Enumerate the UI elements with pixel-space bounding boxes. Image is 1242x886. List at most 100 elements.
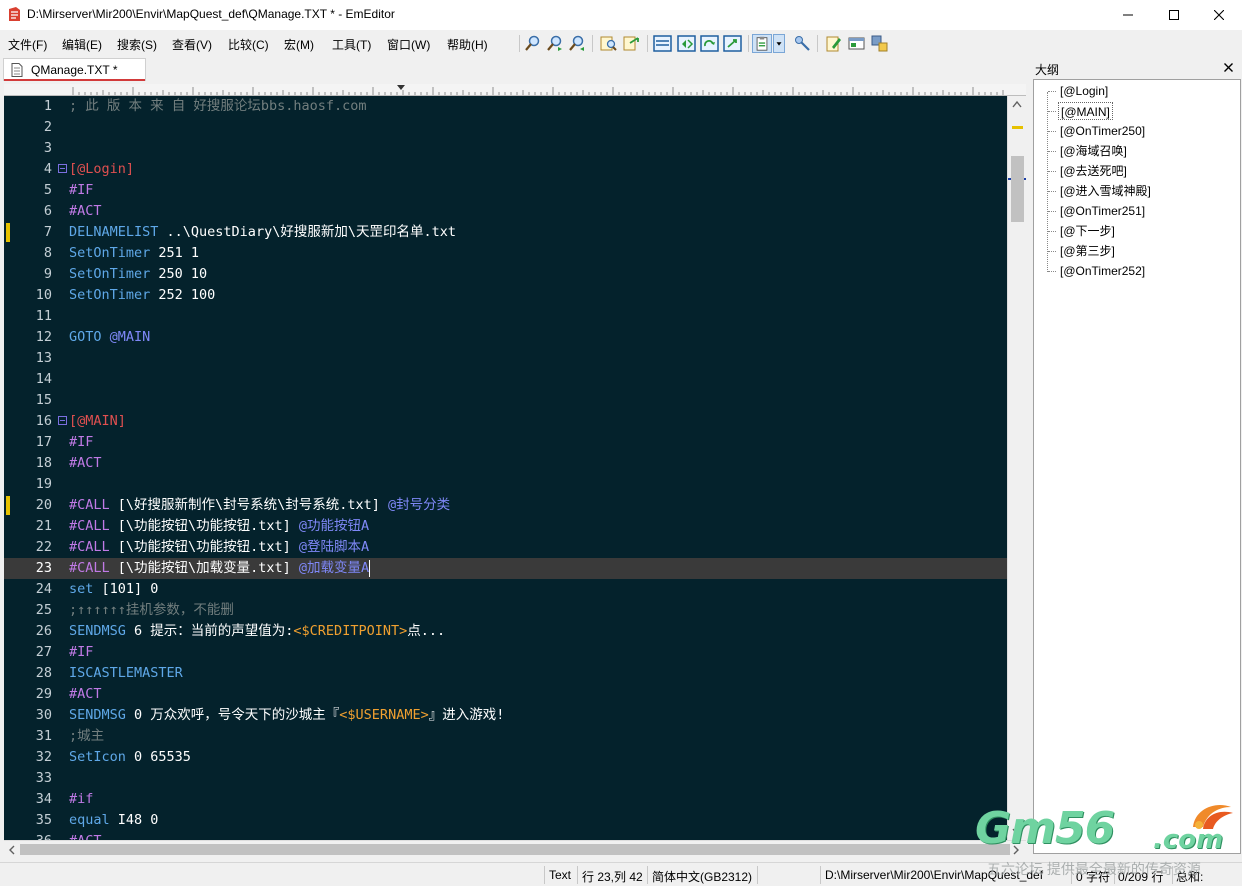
- view-refresh-icon[interactable]: [700, 34, 719, 53]
- outline-title: 大纲: [1035, 63, 1060, 77]
- code-area[interactable]: 1; 此 版 本 来 自 好搜服论坛bbs.haosf.com 2 3 4 [@Logi…: [4, 96, 1007, 840]
- code-line[interactable]: 4 [@Login]: [4, 159, 1007, 180]
- status-mode[interactable]: Text: [549, 868, 571, 882]
- menu-search[interactable]: 搜索(S): [117, 36, 157, 53]
- code-line[interactable]: 29 #ACT: [4, 684, 1007, 705]
- code-line[interactable]: 14: [4, 369, 1007, 390]
- find-next-icon[interactable]: [545, 34, 564, 53]
- code-line[interactable]: 8 SetOnTimer 251 1: [4, 243, 1007, 264]
- outline-item[interactable]: [@海域召唤]: [1058, 142, 1129, 160]
- outline-item[interactable]: [@OnTimer252]: [1058, 262, 1147, 280]
- maximize-button[interactable]: [1151, 0, 1197, 30]
- code-token-keyword: #CALL: [69, 539, 110, 555]
- code-line[interactable]: 11: [4, 306, 1007, 327]
- code-token-text: [\功能按钮\功能按钮.txt]: [109, 539, 299, 555]
- code-line[interactable]: 19: [4, 474, 1007, 495]
- replace-in-files-icon[interactable]: [622, 34, 641, 53]
- outline-item[interactable]: [@MAIN]: [1058, 102, 1113, 120]
- outline-item[interactable]: [@OnTimer250]: [1058, 122, 1147, 140]
- outline-item[interactable]: [@第三步]: [1058, 242, 1117, 260]
- fold-toggle-icon[interactable]: [58, 164, 67, 173]
- vertical-scroll-thumb[interactable]: [1011, 156, 1024, 222]
- line-number: 19: [35, 476, 52, 492]
- outline-close-button[interactable]: [1224, 60, 1233, 75]
- code-line[interactable]: 10 SetOnTimer 252 100: [4, 285, 1007, 306]
- code-line[interactable]: 1 ; 此 版 本 来 自 好搜服论坛bbs.haosf.com: [4, 96, 1007, 117]
- outline-item[interactable]: [@OnTimer251]: [1058, 202, 1147, 220]
- horizontal-scrollbar[interactable]: [4, 840, 1026, 857]
- editor-pane[interactable]: 1; 此 版 本 来 自 好搜服论坛bbs.haosf.com 2 3 4 [@Logi…: [4, 84, 1026, 840]
- code-line[interactable]: 33: [4, 768, 1007, 789]
- horizontal-scroll-thumb[interactable]: [20, 844, 1010, 855]
- close-button[interactable]: [1196, 0, 1242, 30]
- code-line[interactable]: 3: [4, 138, 1007, 159]
- code-line[interactable]: 17 #IF: [4, 432, 1007, 453]
- code-line[interactable]: 13: [4, 348, 1007, 369]
- find-icon[interactable]: [523, 34, 542, 53]
- code-line[interactable]: 20 #CALL [\好搜服新制作\封号系统\封号系统.txt] @封号分类: [4, 495, 1007, 516]
- code-line[interactable]: 21 #CALL [\功能按钮\功能按钮.txt] @功能按钮A: [4, 516, 1007, 537]
- tab-qmanage[interactable]: QManage.TXT *: [3, 58, 146, 81]
- tree-connector: [1048, 251, 1056, 252]
- code-line[interactable]: 6 #ACT: [4, 201, 1007, 222]
- code-line[interactable]: 9 SetOnTimer 250 10: [4, 264, 1007, 285]
- code-line[interactable]: 25 ;↑↑↑↑↑↑挂机参数，不能删: [4, 600, 1007, 621]
- outline-item[interactable]: [@去送死吧]: [1058, 162, 1129, 180]
- edit-icon[interactable]: [824, 34, 843, 53]
- code-line[interactable]: 18 #ACT: [4, 453, 1007, 474]
- outline-item[interactable]: [@进入雪域神殿]: [1058, 182, 1153, 200]
- vertical-scrollbar[interactable]: [1007, 96, 1026, 840]
- code-line[interactable]: 16 [@MAIN]: [4, 411, 1007, 432]
- view-sync-icon[interactable]: [723, 34, 742, 53]
- tools-icon[interactable]: [793, 34, 812, 53]
- code-line[interactable]: 36 #ACT: [4, 831, 1007, 840]
- menu-view[interactable]: 查看(V): [172, 36, 212, 53]
- line-number: 29: [35, 686, 52, 702]
- outline-item[interactable]: [@下一步]: [1058, 222, 1117, 240]
- view-wrap-icon[interactable]: [677, 34, 696, 53]
- menu-edit[interactable]: 编辑(E): [62, 36, 102, 53]
- code-text: #ACT: [69, 831, 102, 840]
- code-token-tag: @登陆脚本A: [298, 539, 370, 555]
- status-encoding[interactable]: 简体中文(GB2312): [652, 868, 752, 885]
- code-line[interactable]: 30 SENDMSG 0 万众欢呼，号令天下的沙城主『<$USERNAME>』进入…: [4, 705, 1007, 726]
- code-text: #IF: [69, 642, 93, 663]
- code-line[interactable]: 32 SetIcon 0 65535: [4, 747, 1007, 768]
- code-line[interactable]: 7 DELNAMELIST ..\QuestDiary\好搜服新加\天罡印名单.t…: [4, 222, 1007, 243]
- code-line[interactable]: 24 set [101] 0: [4, 579, 1007, 600]
- menu-compare[interactable]: 比较(C): [228, 36, 269, 53]
- code-line[interactable]: 26 SENDMSG 6 提示：当前的声望值为:<$CREDITPOINT>点..…: [4, 621, 1007, 642]
- scroll-left-icon[interactable]: [8, 845, 16, 855]
- code-line[interactable]: 2: [4, 117, 1007, 138]
- document-icon: [11, 63, 23, 77]
- code-line[interactable]: 28 ISCASTLEMASTER: [4, 663, 1007, 684]
- outline-item[interactable]: [@Login]: [1058, 82, 1110, 100]
- view-split-icon[interactable]: [653, 34, 672, 53]
- menu-file[interactable]: 文件(F): [8, 36, 47, 53]
- menu-tools[interactable]: 工具(T): [332, 36, 371, 53]
- code-line[interactable]: 22 #CALL [\功能按钮\功能按钮.txt] @登陆脚本A: [4, 537, 1007, 558]
- plugin-icon[interactable]: [870, 34, 889, 53]
- outline-tree[interactable]: [@Login] [@MAIN] [@OnTimer250] [@海域召唤] [@去送死…: [1033, 79, 1241, 854]
- code-line[interactable]: 23 #CALL [\功能按钮\加载变量.txt] @加载变量A: [4, 558, 1007, 579]
- menu-window[interactable]: 窗口(W): [387, 36, 430, 53]
- code-line[interactable]: 31 ;城主: [4, 726, 1007, 747]
- code-line[interactable]: 34 #if: [4, 789, 1007, 810]
- menu-help[interactable]: 帮助(H): [447, 36, 488, 53]
- clipboard-icon[interactable]: [752, 34, 772, 53]
- status-position[interactable]: 行 23,列 42: [582, 868, 643, 885]
- code-line[interactable]: 35 equal I48 0: [4, 810, 1007, 831]
- find-prev-icon[interactable]: [567, 34, 586, 53]
- code-line[interactable]: 12 GOTO @MAIN: [4, 327, 1007, 348]
- close-icon: [1214, 10, 1224, 20]
- code-line[interactable]: 5 #IF: [4, 180, 1007, 201]
- menu-macro[interactable]: 宏(M): [284, 36, 314, 53]
- code-line[interactable]: 15: [4, 390, 1007, 411]
- scroll-up-icon[interactable]: [1012, 100, 1022, 108]
- dropdown-icon[interactable]: [773, 34, 785, 53]
- minimize-button[interactable]: [1105, 0, 1151, 30]
- fold-toggle-icon[interactable]: [58, 416, 67, 425]
- window-icon[interactable]: [847, 34, 866, 53]
- code-line[interactable]: 27 #IF: [4, 642, 1007, 663]
- find-in-files-icon[interactable]: [599, 34, 618, 53]
